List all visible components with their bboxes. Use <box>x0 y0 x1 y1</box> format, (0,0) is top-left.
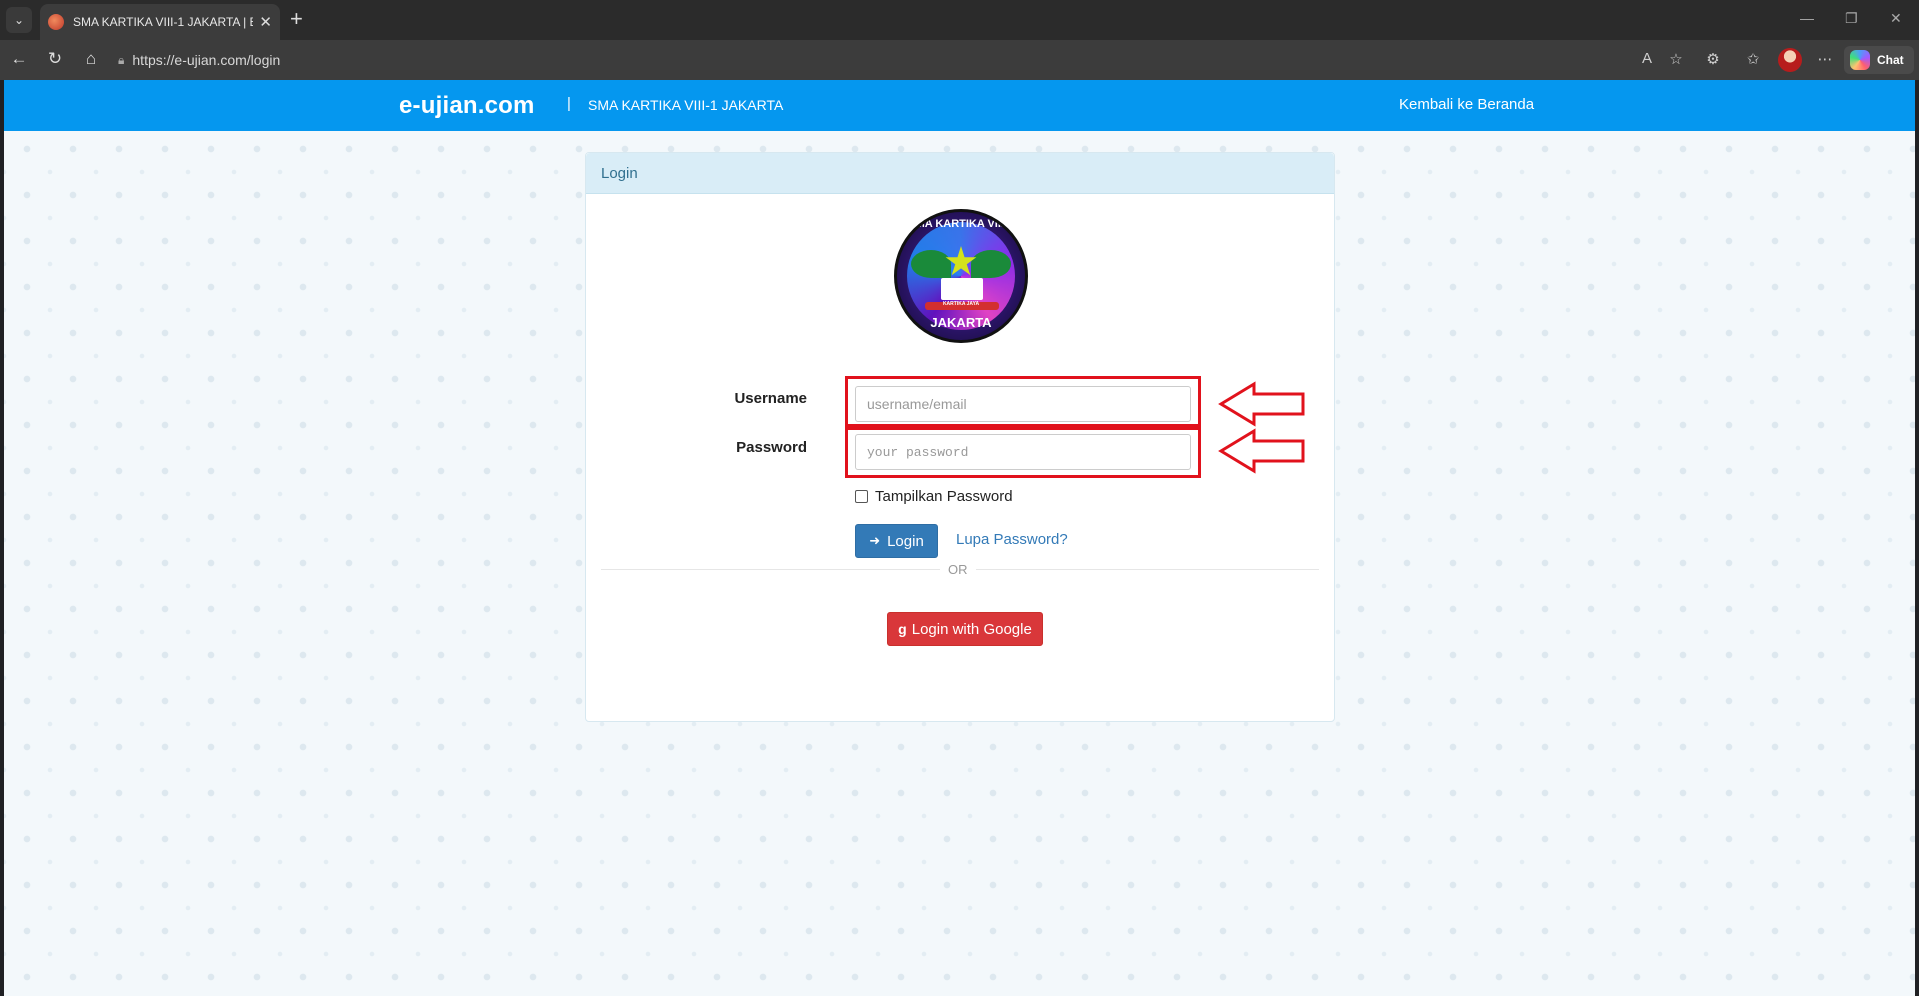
tab-title: SMA KARTIKA VIII-1 JAKARTA | E-U <box>73 15 254 29</box>
browser-tab[interactable]: SMA KARTIKA VIII-1 JAKARTA | E-U ✕ <box>40 4 280 40</box>
home-icon[interactable]: ⌂ <box>80 49 102 69</box>
password-arrow-icon <box>1218 428 1305 474</box>
login-button-label: Login <box>887 532 924 550</box>
username-arrow-icon <box>1218 381 1305 427</box>
google-icon: g <box>898 621 907 637</box>
login-button[interactable]: ➜ Login <box>855 524 938 558</box>
tab-list-icon[interactable]: ⌄ <box>6 7 32 33</box>
or-text: OR <box>940 562 976 577</box>
show-password-checkbox[interactable] <box>855 490 868 503</box>
brand-separator: | <box>567 95 571 112</box>
google-login-label: Login with Google <box>911 620 1032 638</box>
panel-title: Login <box>586 153 1334 194</box>
show-password-label[interactable]: Tampilkan Password <box>875 488 1013 505</box>
site-header: e-ujian.com | SMA KARTIKA VIII-1 JAKARTA… <box>4 80 1915 131</box>
school-logo: SMA KARTIKA VIII-1 KARTIKA JAYA JAKARTA <box>894 209 1028 343</box>
favorites-icon[interactable]: ✩ <box>1742 50 1764 68</box>
window-close-icon[interactable]: ✕ <box>1890 10 1902 27</box>
new-tab-icon[interactable]: + <box>290 8 303 30</box>
refresh-icon[interactable]: ↻ <box>44 49 66 69</box>
forgot-password-link[interactable]: Lupa Password? <box>956 531 1068 548</box>
chat-label: Chat <box>1877 53 1904 67</box>
read-aloud-icon[interactable]: A <box>1636 50 1658 67</box>
back-to-home-link[interactable]: Kembali ke Beranda <box>1399 96 1534 113</box>
url-field[interactable]: 🔒︎ https://e-ujian.com/login <box>112 47 1632 73</box>
minimize-icon[interactable]: — <box>1800 10 1814 26</box>
brand-logo[interactable]: e-ujian.com <box>399 92 535 120</box>
login-panel: Login SMA KARTIKA VIII-1 KARTIKA JAYA JA… <box>585 152 1335 722</box>
username-input[interactable] <box>855 386 1191 422</box>
more-options-icon[interactable]: ⋯ <box>1814 50 1836 68</box>
site-favicon-icon <box>48 14 64 30</box>
username-label: Username <box>734 390 807 407</box>
address-bar: ← ↻ ⌂ 🔒︎ https://e-ujian.com/login A ☆ ⚙… <box>0 40 1919 80</box>
copilot-chat-button[interactable]: Chat <box>1844 46 1914 74</box>
logo-ribbon-text: KARTIKA JAYA <box>942 301 980 307</box>
lock-icon[interactable]: 🔒︎ <box>118 53 124 68</box>
logo-top-text: SMA KARTIKA VIII-1 <box>908 218 1014 230</box>
page-content: e-ujian.com | SMA KARTIKA VIII-1 JAKARTA… <box>4 80 1915 996</box>
url-text: https://e-ujian.com/login <box>132 52 281 68</box>
google-login-button[interactable]: g Login with Google <box>887 612 1043 646</box>
school-name: SMA KARTIKA VIII-1 JAKARTA <box>588 97 784 113</box>
profile-avatar[interactable] <box>1778 48 1802 72</box>
browser-tab-bar: ⌄ SMA KARTIKA VIII-1 JAKARTA | E-U ✕ + —… <box>0 0 1919 40</box>
back-icon[interactable]: ← <box>8 49 30 69</box>
copilot-icon <box>1850 50 1870 70</box>
favorite-star-icon[interactable]: ☆ <box>1665 50 1687 68</box>
restore-icon[interactable]: ❐ <box>1845 10 1858 27</box>
sign-in-icon: ➜ <box>869 533 881 548</box>
logo-bottom-text: JAKARTA <box>930 315 992 330</box>
close-tab-icon[interactable]: ✕ <box>259 13 272 31</box>
extensions-icon[interactable]: ⚙ <box>1702 50 1724 68</box>
password-input[interactable] <box>855 434 1191 470</box>
password-label: Password <box>736 439 807 456</box>
